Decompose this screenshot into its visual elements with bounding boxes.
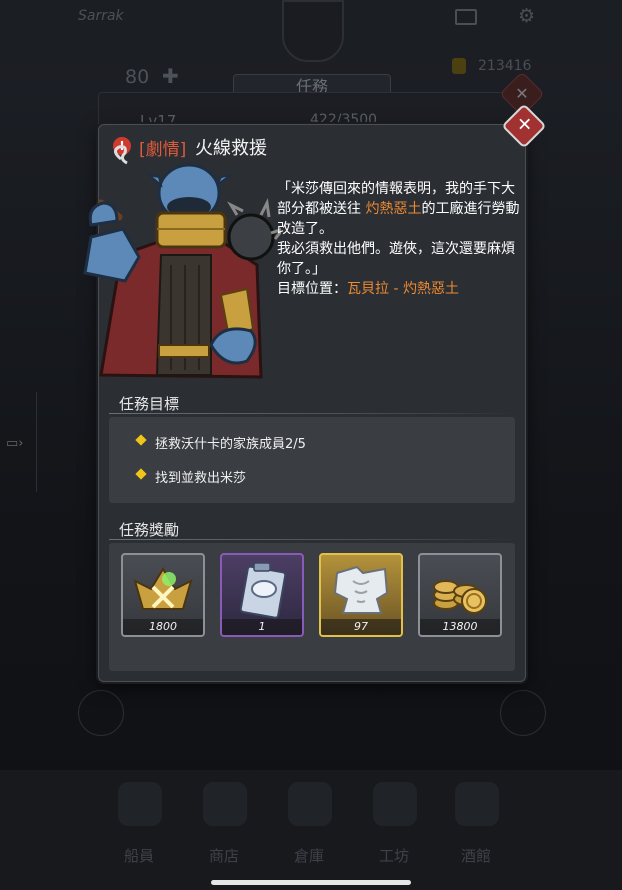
shop-nav-icon[interactable]: [203, 782, 247, 826]
home-indicator[interactable]: [211, 880, 411, 885]
quest-detail-dialog: ! [劇情] 火線救援 「米莎傳回來的情報表明，我的手下大部分都被送往 灼熱惡土…: [83, 124, 526, 682]
reward-qty: 13800: [420, 619, 500, 635]
player-name: Sarrak: [78, 8, 124, 24]
nav-storage[interactable]: 倉庫: [294, 845, 324, 866]
objective-item: 找到並救出米莎: [135, 467, 247, 486]
chat-icon[interactable]: ▭›: [6, 436, 23, 451]
reward-gold-coins[interactable]: 13800: [418, 553, 502, 637]
nav-tavern[interactable]: 酒館: [461, 845, 491, 866]
crew-nav-icon[interactable]: [118, 782, 162, 826]
story-place: 灼熱惡土: [365, 201, 422, 217]
reward-qty: 1: [222, 619, 302, 635]
reward-armor-fragment[interactable]: 97: [319, 553, 403, 637]
workshop-nav-icon[interactable]: [373, 782, 417, 826]
nav-shop[interactable]: 商店: [209, 845, 239, 866]
rewards-heading: 任務獎勵: [119, 521, 180, 539]
energy-value: 80: [125, 66, 150, 88]
reward-qty: 97: [321, 619, 401, 635]
reward-qty: 1800: [123, 619, 203, 635]
close-icon: ✕: [517, 114, 533, 136]
guild-emblem: [282, 0, 344, 62]
nav-workshop[interactable]: 工坊: [379, 845, 409, 866]
armor-fragment-icon: [333, 565, 389, 614]
rewards-divider: [109, 539, 515, 540]
objectives-list: 拯救沃什卡的家族成員2/5 找到並救出米莎: [109, 417, 515, 503]
crew-badge-icon: [133, 567, 193, 610]
mail-icon[interactable]: [455, 9, 477, 25]
reward-crew-badge[interactable]: 1800: [121, 553, 205, 637]
gear-icon[interactable]: ⚙: [518, 5, 535, 27]
objective-item: 拯救沃什卡的家族成員2/5: [135, 433, 306, 452]
story-text-3: 我必須救出他們。遊俠，這次還要麻煩你了。」: [277, 241, 515, 277]
blueprint-icon: [239, 562, 287, 619]
coin-icon: [452, 58, 466, 74]
location-value: 瓦貝拉 - 灼熱惡土: [347, 281, 459, 297]
add-energy-button[interactable]: ✚: [162, 64, 179, 88]
rewards-panel: 1800 1 97 13800: [109, 543, 515, 671]
quest-story: 「米莎傳回來的情報表明，我的手下大部分都被送往 灼熱惡土的工廠進行勞動改造了。 …: [277, 179, 523, 299]
menu-circle-left[interactable]: [78, 690, 124, 736]
objectives-divider: [109, 413, 515, 414]
objective-text: 找到並救出米莎: [155, 471, 247, 486]
coin-count: 213416: [478, 58, 532, 74]
storage-nav-icon[interactable]: [288, 782, 332, 826]
gold-coins-icon: [433, 580, 487, 614]
character-portrait: [83, 145, 281, 379]
objectives-heading: 任務目標: [119, 395, 180, 413]
tavern-nav-icon[interactable]: [455, 782, 499, 826]
reward-blueprint[interactable]: 1: [220, 553, 304, 637]
objective-text: 拯救沃什卡的家族成員2/5: [155, 437, 306, 452]
nav-crew[interactable]: 船員: [124, 845, 154, 866]
menu-circle-right[interactable]: [500, 690, 546, 736]
location-label: 目標位置：: [277, 281, 347, 297]
